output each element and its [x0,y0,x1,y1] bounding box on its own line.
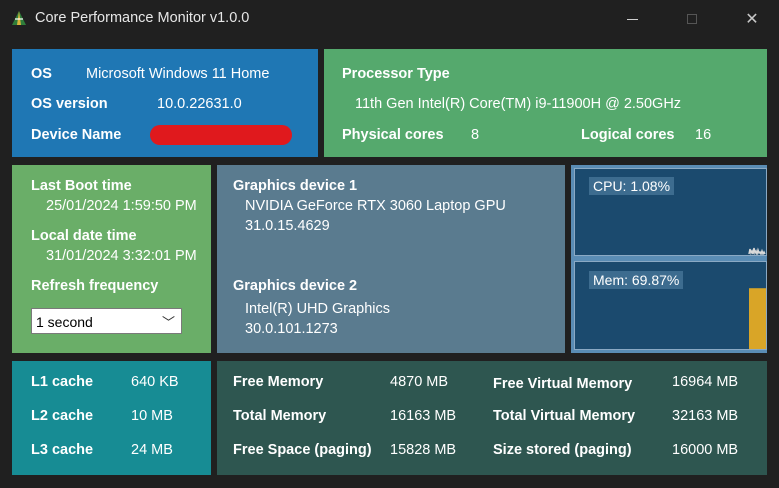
total-virtual-memory-label: Total Virtual Memory [493,408,636,424]
window-title: Core Performance Monitor v1.0.0 [35,10,250,26]
maximize-icon [687,14,697,24]
device-name-label: Device Name [31,127,122,143]
refresh-frequency-select[interactable]: 1 second ﹀ [31,308,182,334]
graphics-device-2-name: Intel(R) UHD Graphics [245,301,391,317]
size-stored-value: 16000 MB [672,442,739,458]
total-memory-label: Total Memory [233,408,327,424]
l3-cache-label: L3 cache [31,442,94,458]
chevron-down-icon: ﹀ [161,315,175,330]
last-boot-value: 25/01/2024 1:59:50 PM [46,198,197,214]
cpu-usage-label: CPU: 1.08% [589,177,675,195]
memory-usage-bar [749,288,766,349]
graphics-device-1-version: 31.0.15.4629 [245,218,330,234]
os-value: Microsoft Windows 11 Home [86,66,270,82]
refresh-frequency-label: Refresh frequency [31,278,159,294]
size-stored-label: Size stored (paging) [493,442,632,458]
local-time-label: Local date time [31,228,137,244]
minimize-icon [626,18,638,20]
last-boot-label: Last Boot time [31,178,132,194]
l3-cache-value: 24 MB [131,442,173,458]
free-virtual-memory-value: 16964 MB [672,374,739,390]
free-virtual-memory-label: Free Virtual Memory [493,376,633,392]
total-memory-value: 16163 MB [390,408,457,424]
app-logo-icon [12,11,26,25]
l2-cache-label: L2 cache [31,408,94,424]
close-button[interactable]: ✕ [737,6,767,32]
l1-cache-label: L1 cache [31,374,94,390]
memory-usage-graph: Mem: 69.87% [574,261,767,350]
graphics-device-2-version: 30.0.101.1273 [245,321,338,337]
cpu-usage-graph: CPU: 1.08% [574,168,767,256]
physical-cores-value: 8 [471,127,480,143]
l2-cache-value: 10 MB [131,408,173,424]
memory-usage-label: Mem: 69.87% [589,271,684,289]
free-space-value: 15828 MB [390,442,457,458]
minimize-button[interactable] [617,6,647,32]
free-space-label: Free Space (paging) [233,442,372,458]
local-time-value: 31/01/2024 3:32:01 PM [46,248,197,264]
processor-type-label: Processor Type [342,66,450,82]
processor-type-value: 11th Gen Intel(R) Core(TM) i9-11900H @ 2… [355,96,682,112]
os-version-label: OS version [31,96,108,112]
os-version-value: 10.0.22631.0 [157,96,242,112]
free-memory-value: 4870 MB [390,374,449,390]
title-bar: Core Performance Monitor v1.0.0 ✕ [0,0,779,38]
os-label: OS [31,66,52,82]
free-memory-label: Free Memory [233,374,324,390]
graphics-device-1-label: Graphics device 1 [233,178,358,194]
maximize-button[interactable] [677,6,707,32]
physical-cores-label: Physical cores [342,127,444,143]
graphics-device-1-name: NVIDIA GeForce RTX 3060 Laptop GPU [245,198,506,214]
close-icon: ✕ [745,11,759,28]
graphics-device-2-label: Graphics device 2 [233,278,358,294]
logical-cores-value: 16 [695,127,712,143]
logical-cores-label: Logical cores [581,127,675,143]
total-virtual-memory-value: 32163 MB [672,408,739,424]
refresh-frequency-value: 1 second [36,314,93,330]
l1-cache-value: 640 KB [131,374,179,390]
device-name-redaction [150,125,292,145]
